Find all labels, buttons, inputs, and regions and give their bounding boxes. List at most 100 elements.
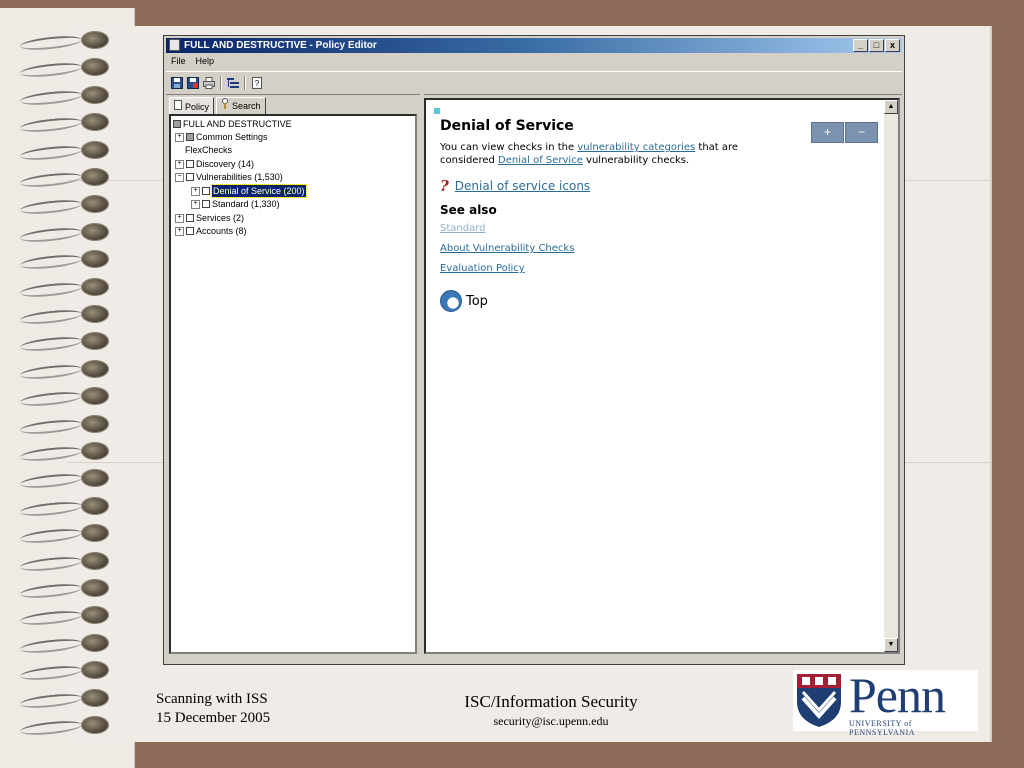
spiral-ring [2,192,114,218]
menu-file[interactable]: File [171,54,186,69]
tree-item-flexchecks[interactable]: FlexChecks [185,144,232,156]
spiral-ring [2,713,114,739]
tree-checkbox[interactable] [173,120,181,128]
tree-checkbox[interactable] [186,173,194,181]
tree-item-label: FlexChecks [185,145,233,155]
help-content-pane: + − Denial of Service You can view check… [424,98,900,654]
denial-of-service-icons-link[interactable]: Denial of service icons [455,179,590,193]
spiral-wire [19,252,83,272]
spiral-ring [2,576,114,602]
collapse-icon[interactable]: − [175,172,184,182]
spiral-ring [2,138,114,164]
policy-tree: FULL AND DESTRUCTIVE + Common Settings F… [169,114,417,654]
tree-checkbox[interactable] [186,227,194,235]
spiral-wire [19,554,83,573]
tab-policy[interactable]: Policy [169,97,215,115]
spiral-hole [82,141,108,158]
spiral-hole [82,497,108,514]
tree-item-label: Discovery (14) [196,159,255,169]
denial-of-service-link[interactable]: Denial of Service [498,155,583,166]
tree-item-denial-of-service[interactable]: + Denial of Service (200) [191,184,307,198]
penn-wordmark: Penn [849,667,946,723]
spiral-hole [82,278,108,295]
expand-icon[interactable]: + [191,199,200,209]
see-also-standard-link[interactable]: Standard [440,223,880,234]
see-also-heading: See also [440,203,497,217]
penn-subtitle: UNIVERSITY of PENNSYLVANIA [849,719,916,737]
spiral-wire [19,362,83,382]
tree-item-label: Services (2) [196,213,245,223]
question-mark-icon: ? [440,177,449,195]
intro-paragraph: You can view checks in the vulnerability… [440,141,880,167]
save-all-icon[interactable] [186,76,200,90]
top-link-row[interactable]: Top [440,290,880,312]
expand-icon[interactable]: + [175,159,184,169]
intro-text: considered [440,155,499,166]
scroll-down-button[interactable]: ▼ [884,638,898,652]
top-link[interactable]: Top [466,294,488,309]
tree-root[interactable]: FULL AND DESTRUCTIVE [173,118,292,130]
tree-checkbox[interactable] [186,214,194,222]
tree-item-accounts[interactable]: + Accounts (8) [175,225,247,237]
spiral-hole [82,662,108,679]
tree-checkbox[interactable] [186,160,194,168]
spiral-hole [82,607,108,624]
expand-icon[interactable]: + [175,226,184,236]
spiral-hole [82,32,108,48]
expand-icon[interactable]: + [175,213,184,223]
spiral-wire [19,88,83,108]
save-icon[interactable] [170,76,184,90]
tree-icon[interactable] [226,76,240,90]
spiral-hole [82,59,108,76]
frame-marker [434,108,440,114]
top-arrow-icon[interactable] [440,290,462,312]
tree-checkbox[interactable] [202,187,210,195]
tree-item-discovery[interactable]: + Discovery (14) [175,158,254,170]
tree-item-label: Vulnerabilities (1,530) [196,172,283,182]
tree-item-vulnerabilities[interactable]: − Vulnerabilities (1,530) [175,171,283,183]
spiral-hole [82,306,108,322]
see-also-evaluation-policy-link[interactable]: Evaluation Policy [440,263,880,274]
expand-icon[interactable]: + [175,132,184,142]
spiral-wire [19,335,83,354]
window-titlebar[interactable]: FULL AND DESTRUCTIVE - Policy Editor _ □… [166,38,902,53]
maximize-button[interactable]: □ [869,39,884,52]
spiral-ring [2,220,114,246]
spiral-wire [19,143,83,162]
toolbar: ? [166,71,902,95]
tree-checkbox[interactable] [186,133,194,141]
spiral-hole [82,333,108,350]
vulnerability-categories-link[interactable]: vulnerability categories [577,142,695,153]
close-button[interactable]: x [885,39,900,52]
minimize-button[interactable]: _ [853,39,868,52]
print-icon[interactable] [202,76,216,90]
menu-help[interactable]: Help [196,54,215,69]
scroll-up-button[interactable]: ▲ [884,100,898,114]
tree-root-label: FULL AND DESTRUCTIVE [183,119,292,129]
tab-search[interactable]: Search [216,97,266,114]
spiral-ring [2,686,114,712]
window-title: FULL AND DESTRUCTIVE - Policy Editor [184,40,377,51]
toolbar-separator [220,76,222,90]
spiral-wire [19,718,83,738]
spiral-hole [82,415,108,432]
spiral-ring [2,302,114,328]
spiral-wire [19,280,83,299]
tree-item-standard[interactable]: + Standard (1,330) [191,198,280,210]
help-icon[interactable]: ? [250,76,264,90]
tree-item-services[interactable]: + Services (2) [175,212,244,224]
spiral-wire [19,636,83,656]
tree-checkbox[interactable] [202,200,210,208]
spiral-wire [19,581,83,601]
footer-course-title: Scanning with ISS [156,691,268,707]
footer-date: 15 December 2005 [156,710,271,726]
spiral-ring [2,247,114,273]
vertical-scrollbar[interactable]: ▲ ▼ [884,100,898,652]
menu-bar: File Help [166,54,214,69]
spiral-wire [19,663,83,683]
tree-item-common-settings[interactable]: + Common Settings [175,131,268,143]
spiral-ring [2,494,114,520]
expand-icon[interactable]: + [191,186,200,196]
see-also-about-checks-link[interactable]: About Vulnerability Checks [440,243,880,254]
spiral-ring [2,329,114,355]
